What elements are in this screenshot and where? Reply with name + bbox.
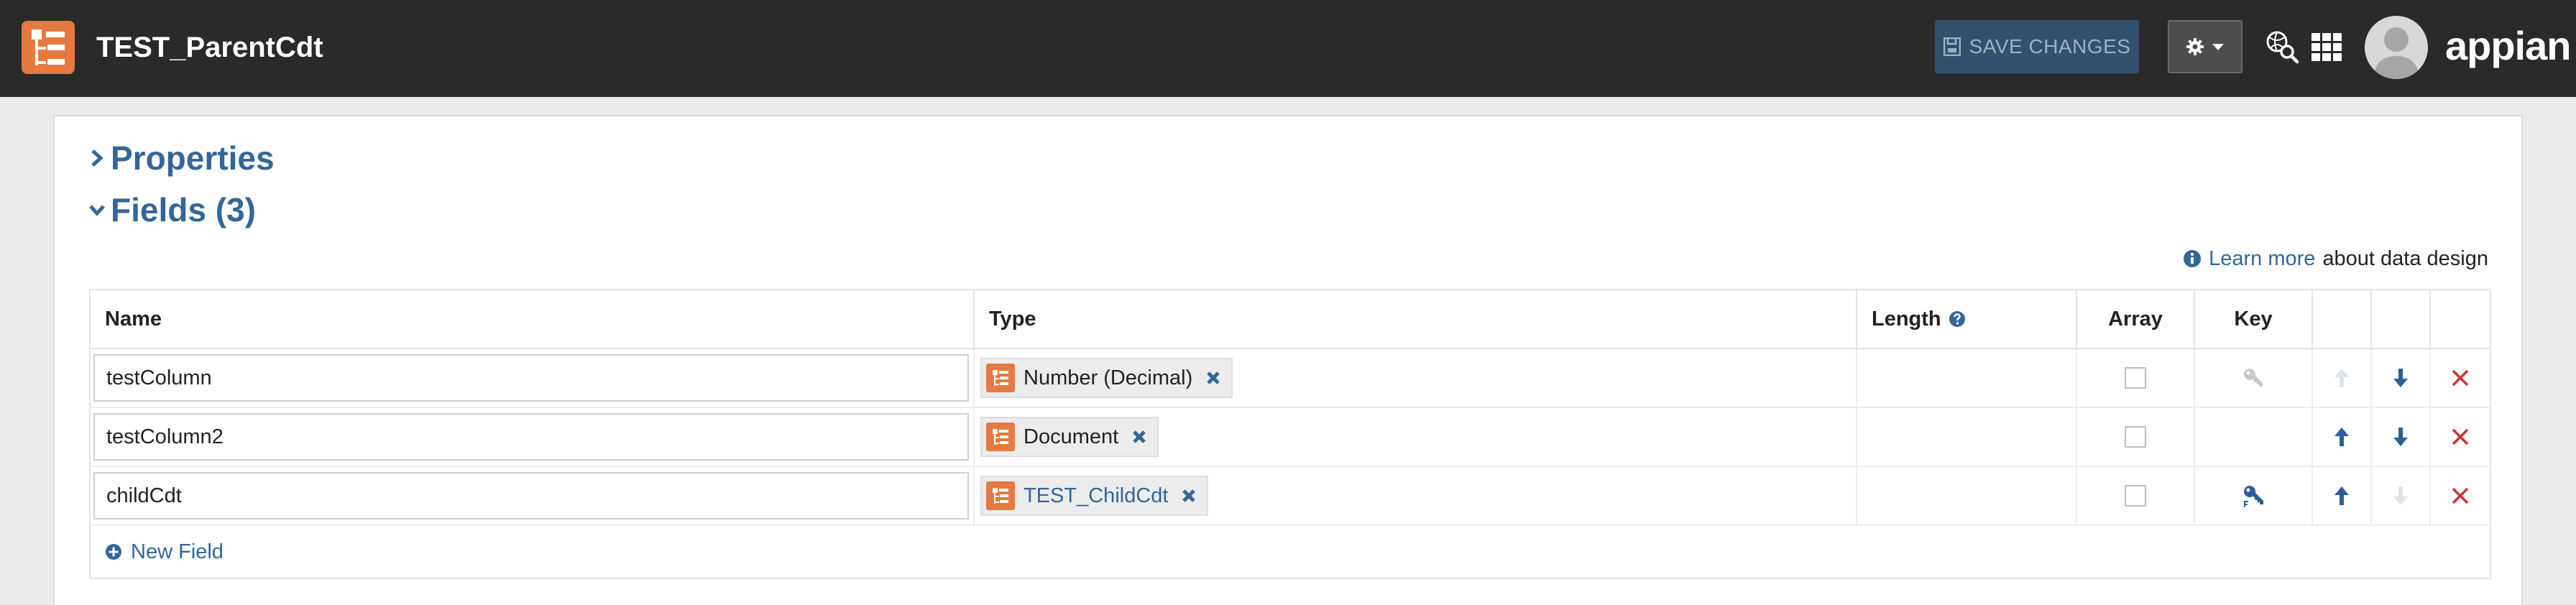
table-row: Number (Decimal)	[91, 349, 2490, 408]
remove-type-icon[interactable]	[1131, 429, 1147, 445]
new-field-link[interactable]: New Field	[91, 526, 2490, 578]
field-name-input[interactable]	[93, 472, 969, 519]
move-up-icon[interactable]	[2333, 426, 2350, 448]
field-length-cell	[1857, 349, 2077, 407]
column-header-move-down	[2372, 290, 2431, 348]
field-type-chip: Document	[980, 417, 1159, 457]
column-header-name: Name	[91, 290, 975, 348]
properties-section-label: Properties	[111, 139, 275, 177]
data-type-icon	[986, 422, 1015, 451]
caret-down-icon	[2212, 44, 2224, 50]
foreign-key-icon[interactable]	[2241, 484, 2266, 508]
global-search-icon[interactable]	[2264, 29, 2300, 65]
delete-field-icon[interactable]	[2451, 486, 2470, 505]
field-name-input[interactable]	[93, 354, 969, 402]
primary-key-icon[interactable]	[2242, 366, 2265, 389]
save-icon	[1943, 37, 1961, 56]
move-down-icon[interactable]	[2392, 426, 2409, 448]
save-changes-label: SAVE CHANGES	[1969, 35, 2131, 57]
field-length-cell	[1857, 408, 2077, 466]
field-type-link[interactable]: TEST_ChildCdt	[1024, 484, 1168, 508]
move-down-icon[interactable]	[2392, 367, 2409, 389]
column-header-key: Key	[2195, 290, 2313, 348]
column-header-array: Array	[2077, 290, 2195, 348]
save-changes-button[interactable]: SAVE CHANGES	[1935, 20, 2139, 73]
fields-table: Name Type Length Array Key testColumn Nu…	[89, 289, 2491, 579]
chevron-right-icon	[91, 149, 104, 167]
plus-circle-icon	[106, 544, 121, 560]
move-up-icon[interactable]	[2333, 367, 2350, 389]
table-header-row: Name Type Length Array Key	[91, 290, 2490, 349]
column-header-delete	[2431, 290, 2490, 348]
field-length-cell	[1857, 467, 2077, 525]
column-header-type: Type	[975, 290, 1857, 348]
delete-field-icon[interactable]	[2451, 369, 2470, 387]
column-header-length: Length	[1857, 290, 2077, 348]
data-type-icon	[986, 481, 1015, 510]
user-silhouette-icon	[2373, 27, 2419, 79]
page-title: TEST_ParentCdt	[96, 32, 323, 63]
move-down-icon[interactable]	[2392, 485, 2409, 507]
info-icon	[2184, 250, 2202, 267]
top-bar: TEST_ParentCdt SAVE CHANGES appian	[0, 0, 2576, 97]
array-checkbox[interactable]	[2125, 485, 2146, 507]
user-avatar[interactable]	[2365, 16, 2428, 79]
chevron-down-icon	[89, 205, 105, 216]
data-design-help: Learn more about data design	[2183, 244, 2488, 273]
remove-type-icon[interactable]	[1205, 370, 1221, 386]
field-type-chip: Number (Decimal)	[980, 358, 1233, 398]
key-cell-empty	[2195, 408, 2313, 466]
new-field-label: New Field	[131, 540, 224, 563]
learn-more-suffix: about data design	[2322, 247, 2488, 270]
column-header-move-up	[2313, 290, 2372, 348]
remove-type-icon[interactable]	[1181, 488, 1197, 504]
data-type-editor-card: Properties Fields (3) Learn more about d…	[53, 115, 2523, 605]
help-icon[interactable]	[1949, 310, 1966, 328]
array-checkbox[interactable]	[2125, 367, 2146, 389]
length-header-label: Length	[1872, 307, 1941, 331]
app-launcher-grid-icon[interactable]	[2309, 29, 2345, 65]
properties-section-toggle[interactable]: Properties	[89, 138, 275, 178]
fields-section-label: Fields (3)	[111, 191, 256, 228]
move-up-icon[interactable]	[2333, 485, 2350, 507]
gear-icon	[2186, 38, 2204, 55]
field-name-input[interactable]	[93, 413, 969, 461]
field-type-label: Document	[1024, 425, 1119, 448]
array-checkbox[interactable]	[2125, 426, 2146, 448]
data-type-logo-icon	[22, 21, 75, 74]
data-type-icon	[986, 364, 1015, 392]
delete-field-icon[interactable]	[2451, 428, 2470, 446]
appian-logo: appian	[2445, 23, 2571, 68]
fields-section-toggle[interactable]: Fields (3)	[89, 190, 256, 230]
table-row: Document	[91, 408, 2490, 467]
settings-menu-button[interactable]	[2168, 20, 2242, 73]
table-row: TEST_ChildCdt	[91, 467, 2490, 526]
learn-more-link[interactable]: Learn more	[2209, 244, 2315, 273]
field-type-label: Number (Decimal)	[1024, 366, 1193, 389]
field-type-chip: TEST_ChildCdt	[980, 476, 1209, 516]
